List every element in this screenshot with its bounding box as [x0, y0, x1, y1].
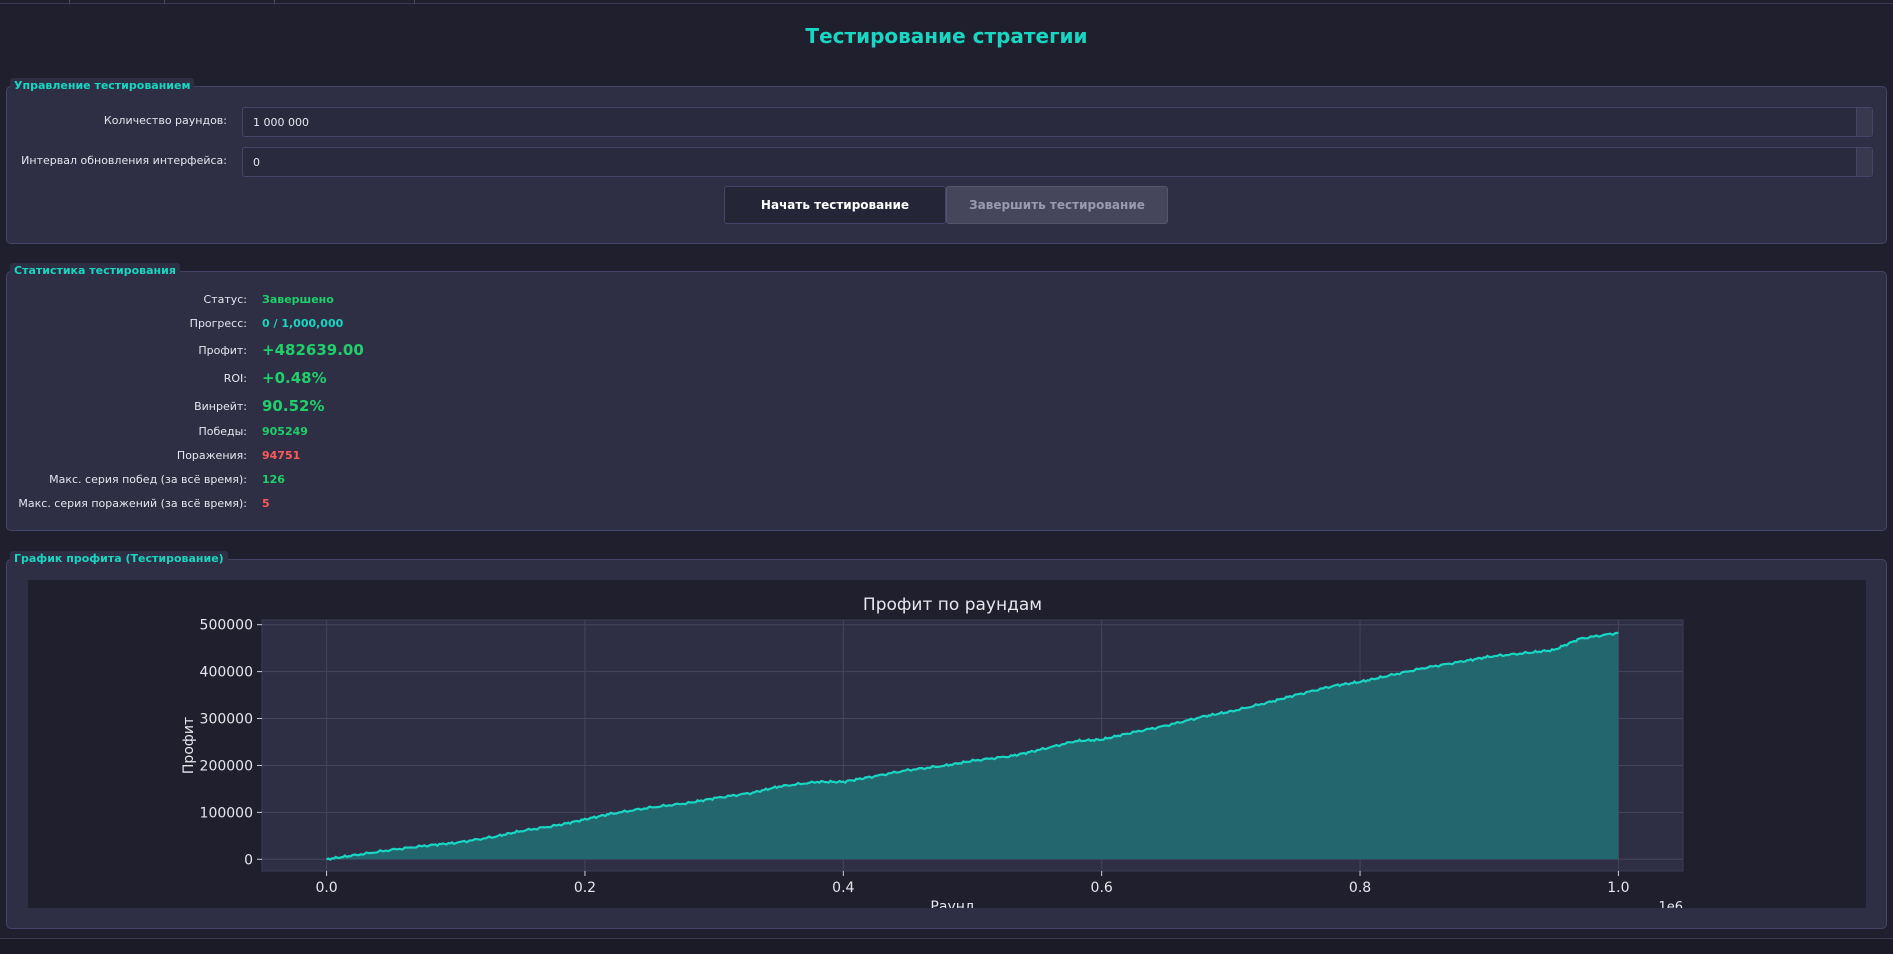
profit-value: +482639.00 [262, 341, 364, 359]
max-win-streak-value: 126 [262, 473, 285, 486]
y-tick-label: 0 [244, 852, 253, 868]
stop-test-button[interactable]: Завершить тестирование [946, 186, 1168, 224]
test-control-group: Управление тестированием Количество раун… [6, 78, 1887, 244]
y-tick-label: 300000 [200, 712, 253, 728]
tab-stub[interactable] [165, 0, 275, 4]
interval-value: 0 [253, 155, 260, 169]
start-test-button[interactable]: Начать тестирование [724, 186, 946, 224]
x-tick-label: 0.6 [1091, 880, 1113, 896]
x-tick-label: 0.2 [574, 880, 596, 896]
page-title: Тестирование стратегии [805, 24, 1088, 48]
max-win-streak-label: Макс. серия побед (за всё время): [49, 473, 247, 486]
roi-label: ROI: [223, 372, 247, 385]
x-tick-label: 0.8 [1349, 880, 1371, 896]
chart-title: Профит по раундам [863, 595, 1042, 615]
progress-value: 0 / 1,000,000 [262, 317, 344, 330]
spinbox-arrows[interactable] [1856, 148, 1872, 176]
y-tick-label: 400000 [200, 665, 253, 681]
x-tick-label: 0.4 [832, 880, 854, 896]
progress-label: Прогресс: [189, 317, 247, 330]
profit-chart: 0.0 0.2 0.4 0.6 0.8 1.0 0 100000 200000 300000 400… [181, 595, 1684, 908]
winrate-value: 90.52% [262, 397, 325, 415]
x-axis-label: Раунд [930, 899, 974, 908]
y-tick-label: 500000 [200, 618, 253, 634]
test-stats-group: Статистика тестирования Статус: Завершен… [6, 263, 1887, 531]
rounds-input[interactable]: 1 000 000 [242, 107, 1873, 137]
x-offset-label: 1e6 [1658, 900, 1683, 908]
status-value: Завершено [262, 293, 334, 306]
profit-chart-group: График профита (Тестирование) 0.0 0.2 0.4 0… [6, 551, 1887, 929]
max-loss-streak-value: 5 [262, 497, 270, 510]
roi-value: +0.48% [262, 369, 327, 387]
profit-label: Профит: [198, 344, 247, 357]
rounds-label: Количество раундов: [103, 114, 227, 127]
y-axis-label: Профит [181, 717, 197, 774]
tab-stub[interactable] [0, 0, 70, 4]
group-title: Управление тестированием [10, 78, 195, 93]
chart-canvas: 0.0 0.2 0.4 0.6 0.8 1.0 0 100000 200000 300000 400… [28, 580, 1866, 908]
y-tick-label: 100000 [200, 805, 253, 821]
losses-label: Поражения: [176, 449, 247, 462]
wins-label: Победы: [198, 425, 247, 438]
interval-input[interactable]: 0 [242, 147, 1873, 177]
tab-stub[interactable] [70, 0, 165, 4]
status-label: Статус: [203, 293, 247, 306]
spinbox-arrows[interactable] [1856, 108, 1872, 136]
winrate-label: Винрейт: [194, 400, 247, 413]
losses-value: 94751 [262, 449, 301, 462]
x-tick-label: 0.0 [315, 880, 337, 896]
rounds-value: 1 000 000 [253, 115, 309, 129]
max-loss-streak-label: Макс. серия поражений (за всё время): [18, 497, 247, 510]
y-tick-label: 200000 [200, 758, 253, 774]
tab-stub[interactable] [275, 0, 415, 4]
top-tab-strip [0, 0, 1893, 4]
group-title: График профита (Тестирование) [10, 551, 228, 566]
x-tick-label: 1.0 [1607, 880, 1629, 896]
interval-label: Интервал обновления интерфейса: [21, 154, 227, 167]
status-bar [0, 938, 1893, 954]
wins-value: 905249 [262, 425, 308, 438]
group-title: Статистика тестирования [10, 263, 180, 278]
